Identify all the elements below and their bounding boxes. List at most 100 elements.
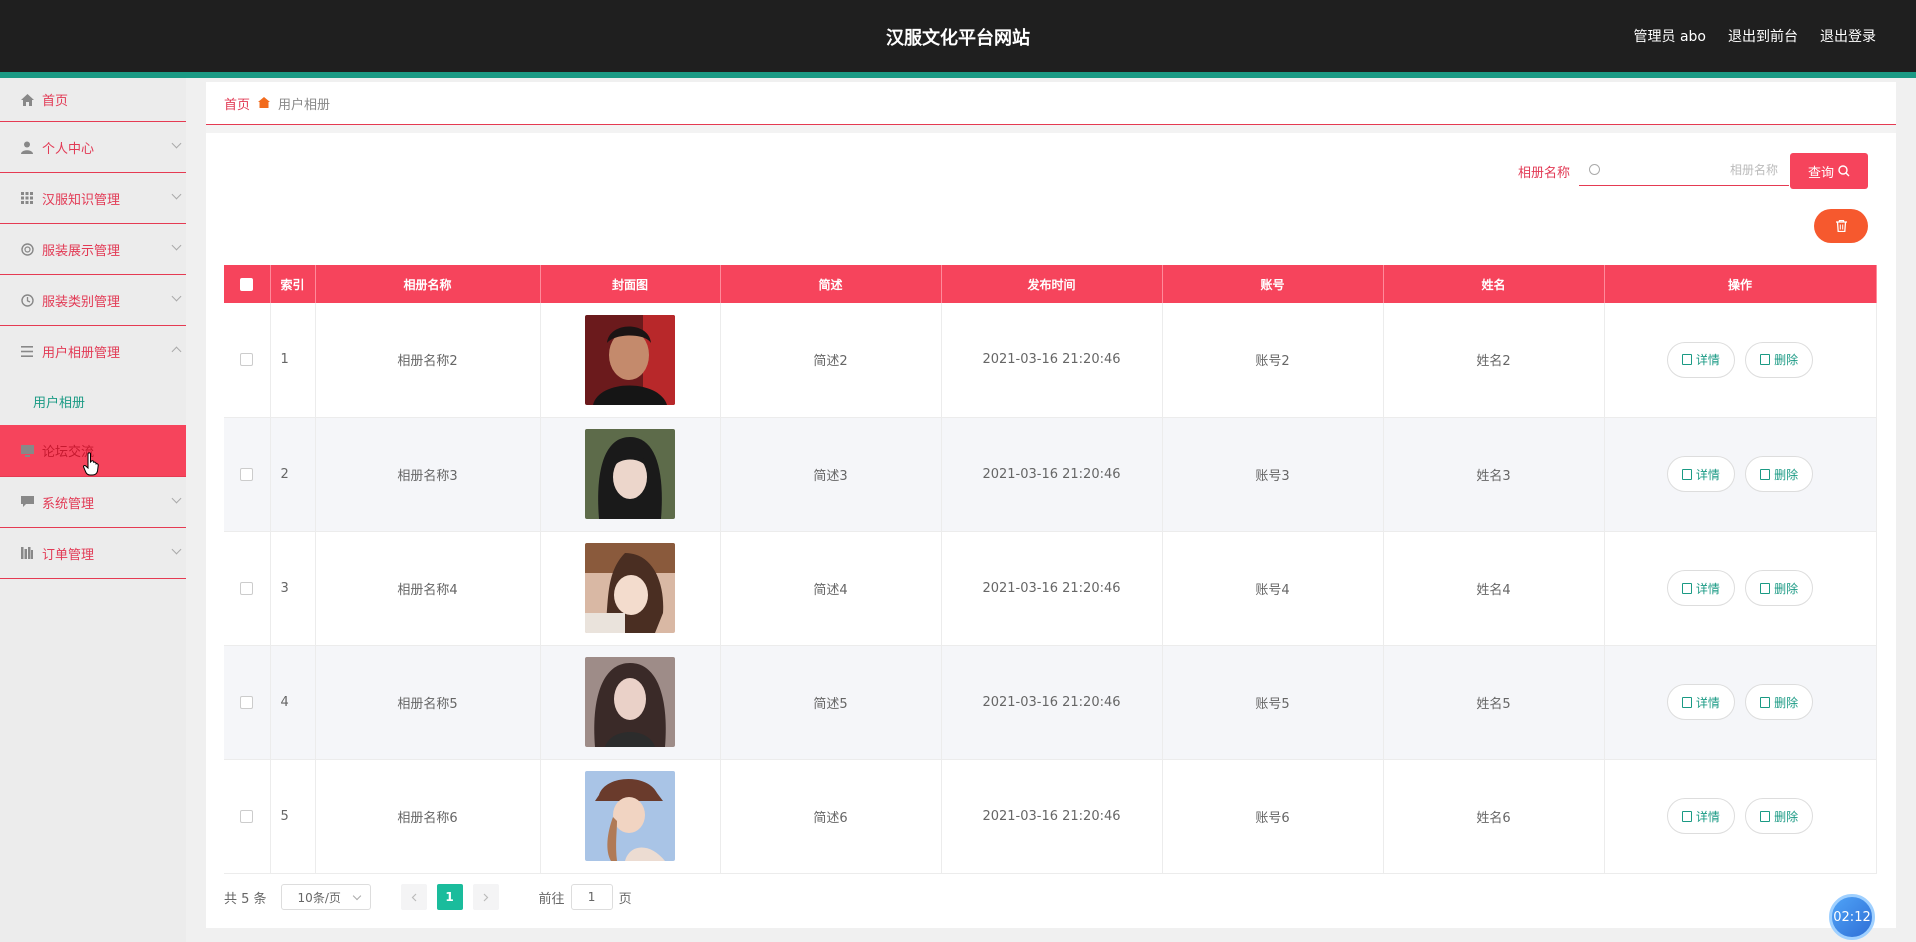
chat-icon bbox=[20, 495, 34, 509]
album-name: 相册名称4 bbox=[315, 531, 541, 646]
logout-link[interactable]: 退出登录 bbox=[1820, 26, 1876, 46]
detail-label: 详情 bbox=[1695, 695, 1720, 710]
goto-page-input[interactable] bbox=[570, 884, 613, 910]
album-desc: 简述5 bbox=[720, 645, 942, 760]
table-row: 1 相册名称2 简述2 2021-03-16 21:20:46 账号2 姓名2 … bbox=[224, 303, 1877, 418]
person-name: 姓名4 bbox=[1383, 531, 1605, 646]
row-index: 5 bbox=[270, 759, 316, 874]
search-field[interactable] bbox=[1579, 154, 1789, 186]
album-table: 索引 相册名称 封面图 简述 发布时间 账号 姓名 操作 1 相册名称2 简述2 bbox=[224, 265, 1877, 874]
delete-button[interactable]: 删除 bbox=[1745, 456, 1814, 492]
home-icon bbox=[20, 93, 34, 107]
delete-label: 删除 bbox=[1774, 467, 1799, 482]
house-separator-icon bbox=[258, 96, 271, 111]
page-size-select[interactable]: 10条/页 bbox=[280, 884, 371, 910]
delete-label: 删除 bbox=[1774, 581, 1799, 596]
detail-button[interactable]: 详情 bbox=[1666, 684, 1735, 720]
batch-delete-button[interactable] bbox=[1814, 209, 1868, 243]
pagination: 共 5 条 10条/页 1 前往 页 bbox=[224, 884, 632, 910]
delete-button[interactable]: 删除 bbox=[1745, 341, 1814, 378]
row-checkbox[interactable] bbox=[240, 581, 254, 595]
sidebar-item-orders[interactable]: 订单管理 bbox=[0, 528, 186, 579]
circle-icon bbox=[20, 242, 34, 256]
goto-suffix: 页 bbox=[618, 891, 632, 907]
sidebar-item-label: 服装类别管理 bbox=[42, 294, 121, 310]
publish-time: 2021-03-16 21:20:46 bbox=[941, 645, 1163, 760]
back-to-front-link[interactable]: 退出到前台 bbox=[1728, 26, 1798, 46]
cover-image[interactable] bbox=[585, 543, 675, 633]
row-index: 1 bbox=[270, 303, 316, 418]
admin-user-label: 管理员 abo bbox=[1633, 29, 1706, 45]
document-icon bbox=[1681, 582, 1692, 594]
person-name: 姓名3 bbox=[1383, 417, 1605, 532]
sidebar-item-user-album-management[interactable]: 用户相册管理 bbox=[0, 326, 186, 377]
sidebar-item-home[interactable]: 首页 bbox=[0, 78, 186, 122]
sidebar-item-label: 系统管理 bbox=[42, 496, 95, 512]
section-gap bbox=[206, 125, 1896, 133]
search-icon bbox=[1838, 165, 1850, 177]
sidebar-item-label: 服装展示管理 bbox=[42, 243, 121, 259]
cover-image[interactable] bbox=[585, 429, 675, 519]
row-checkbox[interactable] bbox=[240, 695, 254, 709]
delete-button[interactable]: 删除 bbox=[1745, 570, 1814, 606]
sidebar-item-label: 用户相册管理 bbox=[42, 346, 121, 361]
album-name: 相册名称5 bbox=[315, 645, 541, 760]
account: 账号2 bbox=[1162, 303, 1384, 418]
prev-page-button[interactable] bbox=[400, 884, 427, 910]
cover-image[interactable] bbox=[585, 771, 675, 861]
trash-icon bbox=[1760, 696, 1771, 708]
delete-button[interactable]: 删除 bbox=[1745, 684, 1814, 720]
search-input[interactable] bbox=[1608, 162, 1778, 177]
monitor-icon bbox=[20, 444, 34, 458]
page-number-button[interactable]: 1 bbox=[436, 884, 463, 910]
sidebar-item-label: 个人中心 bbox=[42, 141, 95, 157]
row-checkbox[interactable] bbox=[240, 353, 254, 367]
person-name: 姓名2 bbox=[1383, 303, 1605, 418]
detail-button[interactable]: 详情 bbox=[1666, 456, 1735, 492]
delete-label: 删除 bbox=[1774, 809, 1799, 824]
trash-icon bbox=[1760, 468, 1771, 480]
album-name: 相册名称2 bbox=[315, 303, 541, 418]
select-all-cell[interactable] bbox=[224, 265, 271, 303]
row-checkbox[interactable] bbox=[240, 809, 254, 823]
chevron-down-icon bbox=[171, 544, 182, 555]
sidebar-item-clothing-category[interactable]: 服装类别管理 bbox=[0, 275, 186, 326]
sidebar-item-personal-center[interactable]: 个人中心 bbox=[0, 122, 186, 173]
detail-button[interactable]: 详情 bbox=[1666, 341, 1735, 378]
document-icon bbox=[1681, 354, 1692, 366]
account: 账号5 bbox=[1162, 645, 1384, 760]
select-all-checkbox[interactable] bbox=[240, 278, 254, 291]
detail-label: 详情 bbox=[1695, 467, 1720, 482]
chevron-down-icon bbox=[171, 291, 182, 302]
row-checkbox[interactable] bbox=[240, 467, 254, 481]
breadcrumb-current: 用户相册 bbox=[278, 98, 331, 113]
detail-button[interactable]: 详情 bbox=[1666, 798, 1735, 834]
detail-button[interactable]: 详情 bbox=[1666, 570, 1735, 606]
next-page-button[interactable] bbox=[472, 884, 499, 910]
sidebar-item-hanfu-knowledge[interactable]: 汉服知识管理 bbox=[0, 173, 186, 224]
sidebar-item-system[interactable]: 系统管理 bbox=[0, 477, 186, 528]
detail-label: 详情 bbox=[1695, 581, 1720, 596]
chevron-right-icon bbox=[483, 893, 488, 901]
header-cell: 封面图 bbox=[540, 265, 721, 303]
breadcrumb-home[interactable]: 首页 bbox=[224, 94, 250, 113]
main-content: 首页 用户相册 相册名称 查询 索引 相册名称 封面图 bbox=[206, 82, 1896, 928]
trash-icon bbox=[1760, 354, 1771, 366]
delete-button[interactable]: 删除 bbox=[1745, 798, 1814, 834]
album-name: 相册名称3 bbox=[315, 417, 541, 532]
sidebar-item-clothing-display[interactable]: 服装展示管理 bbox=[0, 224, 186, 275]
sidebar-item-label: 首页 bbox=[42, 94, 69, 109]
cover-image[interactable] bbox=[585, 657, 675, 747]
breadcrumb: 首页 用户相册 bbox=[224, 94, 330, 113]
query-button[interactable]: 查询 bbox=[1790, 153, 1868, 189]
table-row: 3 相册名称4 简述4 2021-03-16 21:20:46 账号4 姓名4 … bbox=[224, 531, 1877, 646]
album-desc: 简述6 bbox=[720, 759, 942, 874]
bars-icon bbox=[20, 546, 34, 560]
header-cell: 简述 bbox=[720, 265, 942, 303]
chevron-up-icon bbox=[171, 346, 182, 357]
cover-image[interactable] bbox=[585, 314, 675, 405]
row-index: 4 bbox=[270, 645, 316, 760]
sidebar-subitem-user-album[interactable]: 用户相册 bbox=[0, 377, 186, 425]
timer-badge[interactable]: 02:12 bbox=[1829, 894, 1875, 940]
grid-icon bbox=[20, 191, 34, 205]
